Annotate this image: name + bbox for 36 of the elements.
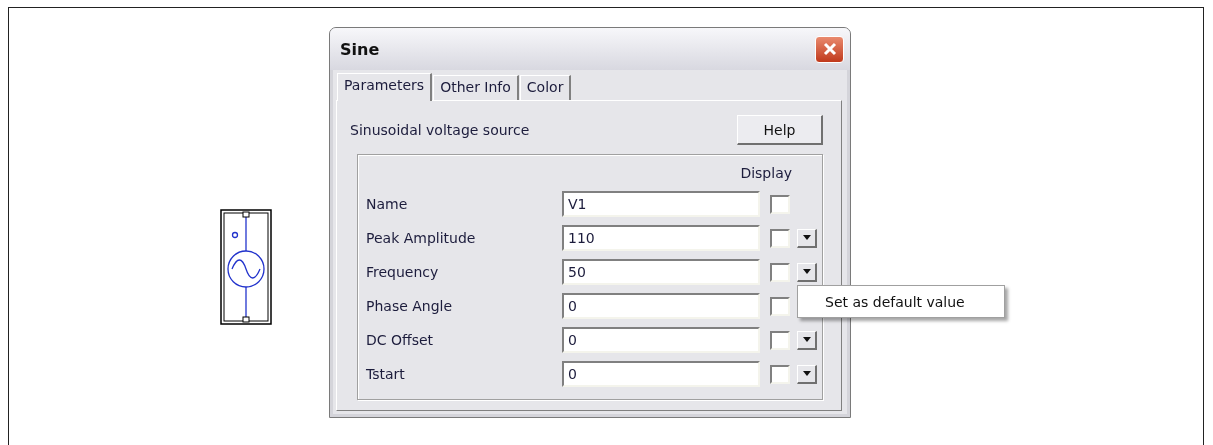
input-field[interactable]: 0 bbox=[562, 327, 760, 353]
parameter-label: Name bbox=[366, 196, 409, 212]
menu-item[interactable]: Set as default value bbox=[798, 293, 1004, 310]
dropdown-button[interactable] bbox=[797, 330, 817, 350]
caret-icon bbox=[802, 337, 811, 342]
parameter-label: Phase Angle bbox=[366, 298, 454, 314]
caret-icon bbox=[802, 371, 811, 376]
tab[interactable]: Parameters bbox=[337, 73, 433, 101]
display-checkbox[interactable] bbox=[770, 228, 790, 248]
window-title: Sine bbox=[340, 39, 381, 59]
display-checkbox[interactable] bbox=[770, 194, 790, 214]
caret-icon bbox=[802, 235, 811, 240]
close-icon bbox=[822, 42, 837, 56]
parameter-label: Peak Amplitude bbox=[366, 230, 477, 246]
close-button[interactable] bbox=[815, 35, 844, 63]
display-checkbox[interactable] bbox=[770, 364, 790, 384]
input-field[interactable]: V1 bbox=[562, 191, 760, 217]
tab[interactable]: Color bbox=[519, 75, 572, 100]
parameter-label: DC Offset bbox=[366, 332, 435, 348]
input-field[interactable]: 110 bbox=[562, 225, 760, 251]
help-button[interactable]: Help bbox=[737, 115, 823, 145]
parameter-label: Tstart bbox=[366, 366, 406, 382]
display-checkbox[interactable] bbox=[770, 330, 790, 350]
input-field[interactable]: 0 bbox=[562, 361, 760, 387]
dropdown-button[interactable] bbox=[797, 228, 817, 248]
tab[interactable]: Other Info bbox=[433, 75, 519, 100]
description-text: Sinusoidal voltage source bbox=[350, 122, 530, 138]
dropdown-button[interactable] bbox=[797, 262, 817, 282]
display-header: Display bbox=[740, 165, 792, 181]
input-field[interactable]: 50 bbox=[562, 259, 760, 285]
input-field[interactable]: 0 bbox=[562, 293, 760, 319]
parameter-label: Frequency bbox=[366, 264, 440, 280]
caret-icon bbox=[802, 269, 811, 274]
display-checkbox[interactable] bbox=[770, 296, 790, 316]
display-checkbox[interactable] bbox=[770, 262, 790, 282]
dropdown-button[interactable] bbox=[797, 364, 817, 384]
